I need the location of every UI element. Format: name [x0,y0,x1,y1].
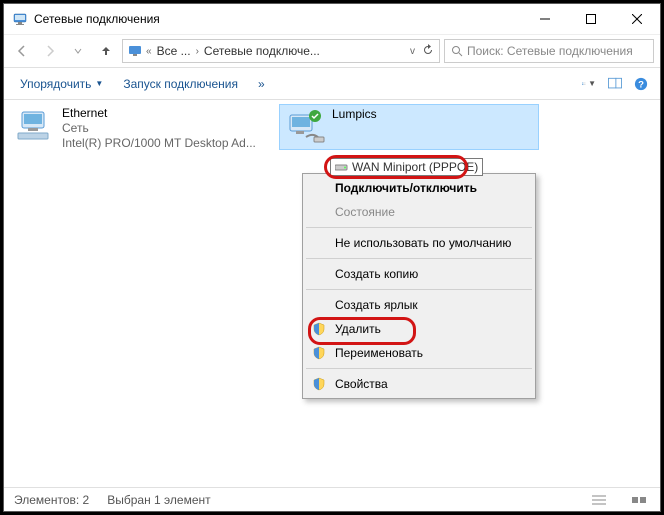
breadcrumb-item[interactable]: Сетевые подключе... [204,44,320,58]
context-menu: Подключить/отключить Состояние Не исполь… [302,173,536,399]
forward-button[interactable] [38,39,62,63]
maximize-button[interactable] [568,4,614,34]
menu-status: Состояние [305,200,533,224]
connection-name: Lumpics [332,107,377,122]
close-button[interactable] [614,4,660,34]
window-title: Сетевые подключения [34,12,522,26]
network-icon [127,43,143,59]
connection-adapter: Intel(R) PRO/1000 MT Desktop Ad... [62,136,256,151]
network-icon [12,11,28,27]
refresh-icon[interactable] [421,43,435,60]
breadcrumb-item[interactable]: Все ... [157,44,191,58]
search-input[interactable]: Поиск: Сетевые подключения [444,39,654,63]
toolbar-overflow[interactable]: » [250,73,273,95]
window-controls [522,4,660,34]
address-field[interactable]: « Все ... › Сетевые подключе... v [122,39,440,63]
search-icon [451,45,463,57]
menu-connect[interactable]: Подключить/отключить [305,176,533,200]
search-placeholder: Поиск: Сетевые подключения [467,44,633,58]
connection-ethernet[interactable]: Ethernet Сеть Intel(R) PRO/1000 MT Deskt… [10,104,270,153]
dialup-icon [282,107,330,147]
addressbar: « Все ... › Сетевые подключе... v Поиск:… [4,35,660,68]
chevron-icon: « [146,46,152,57]
selected-count: Выбран 1 элемент [107,493,210,507]
up-button[interactable] [94,39,118,63]
shield-icon [311,376,327,392]
connection-name: Ethernet [62,106,256,121]
svg-text:?: ? [638,79,644,90]
menu-separator [306,368,532,369]
menu-separator [306,289,532,290]
menu-create-shortcut[interactable]: Создать ярлык [305,293,533,317]
menu-rename[interactable]: Переименовать [305,341,533,365]
toolbar: Упорядочить▼ Запуск подключения » ▼ ? [4,68,660,100]
menu-create-copy[interactable]: Создать копию [305,262,533,286]
back-button[interactable] [10,39,34,63]
ethernet-icon [12,106,60,146]
large-icons-view-icon[interactable] [628,489,650,511]
modem-icon [335,162,349,172]
item-count: Элементов: 2 [14,493,89,507]
details-view-icon[interactable] [588,489,610,511]
minimize-button[interactable] [522,4,568,34]
explorer-window: Сетевые подключения « Все ... › Сетевые … [3,3,661,512]
organize-button[interactable]: Упорядочить▼ [12,73,111,95]
view-button[interactable]: ▼ [578,73,600,95]
connection-status: Сеть [62,121,256,136]
help-button[interactable]: ? [630,73,652,95]
preview-pane-button[interactable] [604,73,626,95]
menu-delete[interactable]: Удалить [305,317,533,341]
shield-icon [311,321,327,337]
shield-icon [311,345,327,361]
titlebar: Сетевые подключения [4,4,660,35]
history-dropdown[interactable] [66,39,90,63]
dropdown-icon[interactable]: v [410,46,415,57]
menu-separator [306,258,532,259]
menu-separator [306,227,532,228]
menu-not-default[interactable]: Не использовать по умолчанию [305,231,533,255]
statusbar: Элементов: 2 Выбран 1 элемент [4,487,660,511]
chevron-icon: › [196,46,199,57]
launch-connection-button[interactable]: Запуск подключения [115,73,246,95]
menu-properties[interactable]: Свойства [305,372,533,396]
adapter-tooltip: WAN Miniport (PPPOE) [330,158,483,176]
connection-lumpics[interactable]: Lumpics [279,104,539,150]
